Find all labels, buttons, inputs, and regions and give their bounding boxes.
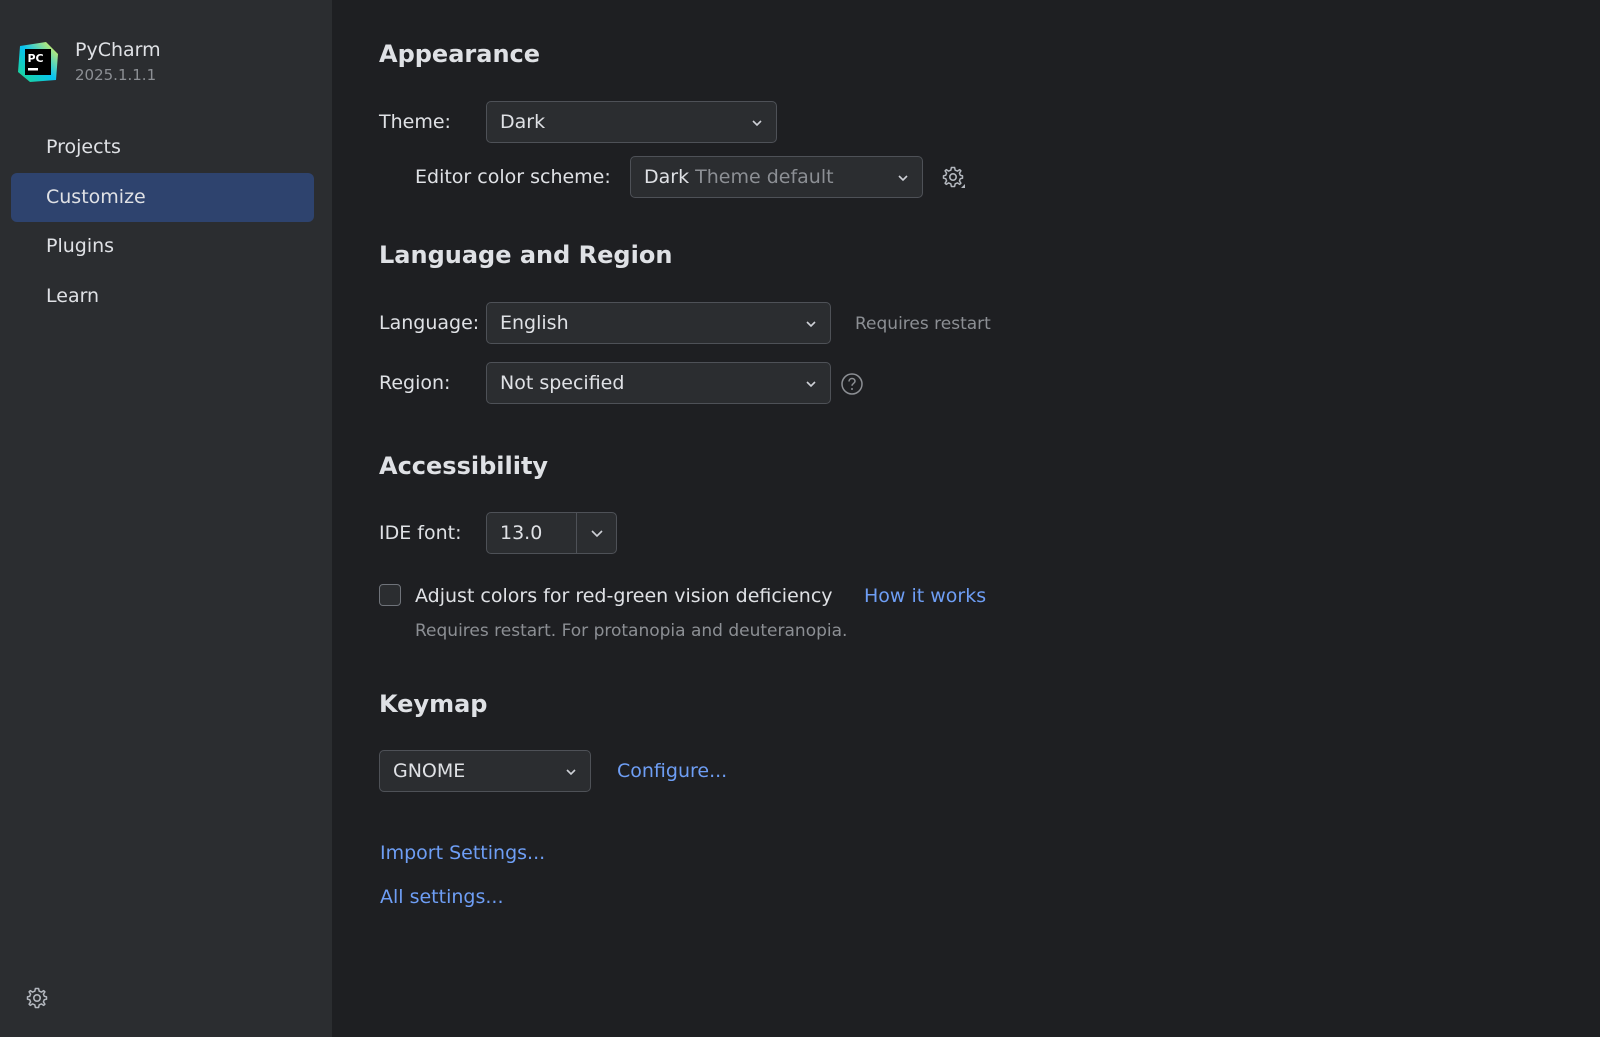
chevron-down-icon (898, 175, 908, 182)
logo-text: PC (28, 52, 44, 65)
app-name: PyCharm (75, 39, 161, 61)
accessibility-title: Accessibility (379, 452, 549, 480)
theme-value: Dark (500, 111, 546, 133)
language-select[interactable]: English (486, 302, 831, 344)
appearance-title: Appearance (379, 40, 541, 68)
sidebar-item-customize[interactable]: Customize (11, 173, 314, 222)
all-settings-link[interactable]: All settings... (380, 886, 503, 908)
help-icon[interactable] (840, 372, 864, 396)
region-value: Not specified (500, 372, 625, 394)
keymap-value: GNOME (393, 760, 466, 782)
ide-font-value: 13.0 (500, 522, 543, 544)
color-adjust-label[interactable]: Adjust colors for red-green vision defic… (415, 575, 833, 617)
chevron-down-icon[interactable] (577, 513, 617, 553)
chevron-down-icon (806, 321, 816, 328)
language-restart-hint: Requires restart (855, 314, 991, 334)
sidebar-item-plugins[interactable]: Plugins (11, 222, 314, 271)
sidebar-item-learn[interactable]: Learn (11, 272, 314, 321)
chevron-down-icon (806, 381, 816, 388)
pycharm-logo-icon: PC (18, 42, 58, 82)
sidebar-item-projects[interactable]: Projects (11, 123, 314, 172)
color-scheme-select[interactable]: Dark Theme default (630, 156, 923, 198)
ide-font-combo[interactable]: 13.0 (486, 512, 617, 554)
configure-keymap-link[interactable]: Configure... (617, 760, 727, 782)
keymap-title: Keymap (379, 690, 488, 718)
color-adjust-checkbox[interactable] (379, 584, 401, 606)
scheme-settings-gear-icon[interactable] (941, 165, 967, 191)
color-scheme-suffix: Theme default (695, 166, 834, 188)
chevron-down-icon (752, 120, 762, 127)
chevron-down-icon (566, 769, 576, 776)
theme-select[interactable]: Dark (486, 101, 777, 143)
editor-color-scheme-label: Editor color scheme: (415, 166, 611, 188)
language-label: Language: (379, 312, 480, 334)
region-select[interactable]: Not specified (486, 362, 831, 404)
language-value: English (500, 312, 569, 334)
gear-icon[interactable] (25, 986, 49, 1010)
import-settings-link[interactable]: Import Settings... (380, 842, 545, 864)
keymap-select[interactable]: GNOME (379, 750, 591, 792)
theme-label: Theme: (379, 111, 451, 133)
ide-font-label: IDE font: (379, 522, 462, 544)
how-it-works-link[interactable]: How it works (864, 585, 986, 607)
language-region-title: Language and Region (379, 241, 673, 269)
color-adjust-hint: Requires restart. For protanopia and deu… (415, 621, 848, 641)
app-version: 2025.1.1.1 (75, 66, 157, 84)
sidebar: PC PyCharm 2025.1.1.1 Projects Customize… (0, 0, 332, 1037)
region-label: Region: (379, 372, 451, 394)
color-scheme-value: Dark (644, 166, 690, 188)
